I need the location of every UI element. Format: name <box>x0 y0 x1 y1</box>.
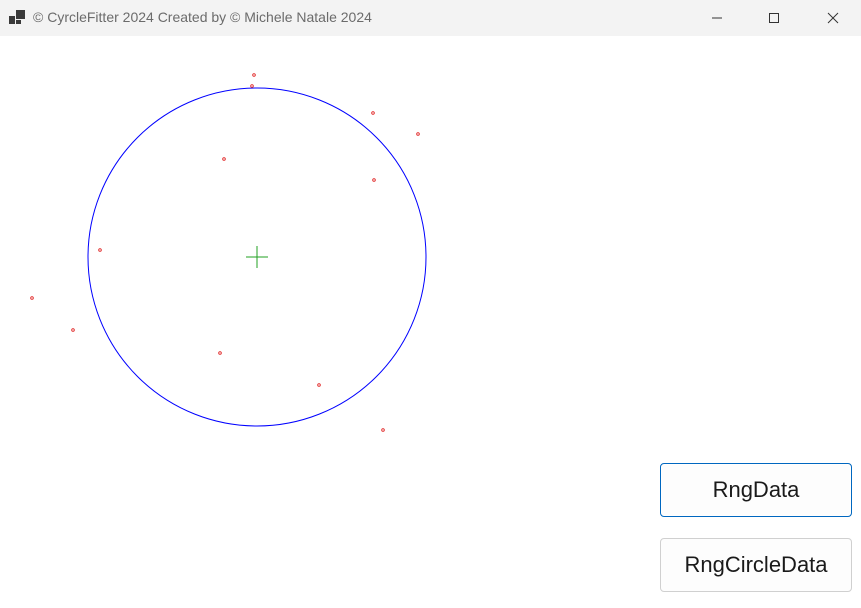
maximize-icon <box>769 13 779 23</box>
plot-canvas <box>0 36 861 608</box>
data-point-2 <box>250 84 254 88</box>
circle-fit-plot <box>30 73 427 432</box>
data-point-7 <box>98 248 102 252</box>
data-point-1 <box>252 73 256 77</box>
maximize-button[interactable] <box>751 0 797 36</box>
data-point-11 <box>317 383 321 387</box>
rng-data-button[interactable]: RngData <box>660 463 852 517</box>
data-point-3 <box>371 111 375 115</box>
minimize-button[interactable] <box>694 0 740 36</box>
rng-circle-data-button[interactable]: RngCircleData <box>660 538 852 592</box>
minimize-icon <box>712 17 722 19</box>
close-icon <box>827 12 839 24</box>
window-title: © CyrcleFitter 2024 Created by © Michele… <box>33 9 372 25</box>
data-point-5 <box>222 157 226 161</box>
app-icon <box>9 10 25 24</box>
data-point-6 <box>372 178 376 182</box>
close-button[interactable] <box>810 0 856 36</box>
title-bar: © CyrcleFitter 2024 Created by © Michele… <box>0 0 861 36</box>
data-point-12 <box>381 428 385 432</box>
data-point-8 <box>30 296 34 300</box>
data-point-10 <box>218 351 222 355</box>
data-point-9 <box>71 328 75 332</box>
data-point-4 <box>416 132 420 136</box>
